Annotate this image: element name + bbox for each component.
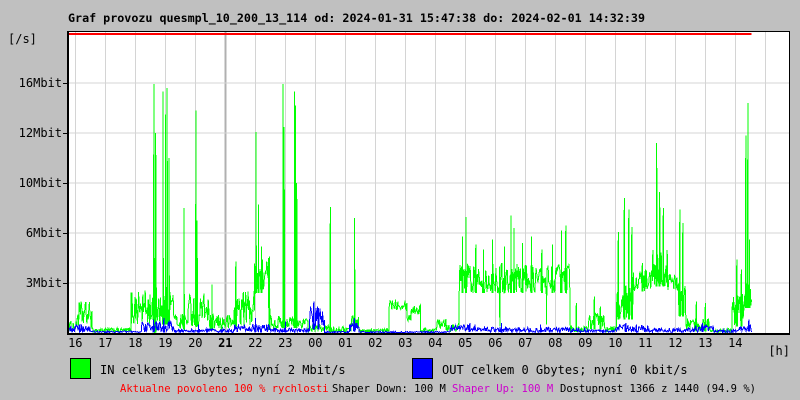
x-tick-label: 17 xyxy=(98,336,113,350)
x-tick-label: 09 xyxy=(578,336,593,350)
x-tick-label: 22 xyxy=(248,336,263,350)
x-tick-label: 13 xyxy=(698,336,713,350)
x-axis-unit-label: [h] xyxy=(768,344,790,358)
x-tick-label: 20 xyxy=(188,336,203,350)
x-tick-label: 21 xyxy=(218,336,233,350)
x-tick-label: 03 xyxy=(398,336,413,350)
y-axis-unit-label: [/s] xyxy=(8,32,37,46)
series-line-in xyxy=(69,84,752,333)
x-tick-label: 08 xyxy=(548,336,563,350)
status-shaper-down: Shaper Down: 100 M xyxy=(332,383,446,395)
graph-title: Graf provozu quesmpl_10_200_13_114 od: 2… xyxy=(68,11,645,25)
x-tick-label: 10 xyxy=(608,336,623,350)
y-tick-label: 16Mbit xyxy=(18,76,62,90)
chart-canvas xyxy=(69,32,789,333)
x-tick-label: 04 xyxy=(428,336,443,350)
x-tick-label: 07 xyxy=(518,336,533,350)
status-allowed-speed: Aktualne povoleno 100 % rychlosti xyxy=(120,383,329,395)
traffic-graph-page: Graf provozu quesmpl_10_200_13_114 od: 2… xyxy=(0,0,800,400)
x-tick-label: 11 xyxy=(638,336,653,350)
x-tick-label: 06 xyxy=(488,336,503,350)
legend-in-label: IN celkem 13 Gbytes; nyní 2 Mbit/s xyxy=(100,363,346,377)
y-tick-label: 3Mbit xyxy=(25,276,62,290)
x-tick-label: 02 xyxy=(368,336,383,350)
x-tick-label: 16 xyxy=(68,336,83,350)
y-tick-label: 6Mbit xyxy=(25,226,62,240)
x-tick-label: 00 xyxy=(308,336,323,350)
y-tick-label: 12Mbit xyxy=(18,126,62,140)
x-tick-label: 19 xyxy=(158,336,173,350)
legend-in-swatch xyxy=(70,358,91,379)
status-availability: Dostupnost 1366 z 1440 (94.9 %) xyxy=(560,383,756,395)
legend-out-swatch xyxy=(412,358,433,379)
x-tick-label: 18 xyxy=(128,336,143,350)
x-tick-label: 23 xyxy=(278,336,293,350)
x-tick-label: 01 xyxy=(338,336,353,350)
x-tick-label: 12 xyxy=(668,336,683,350)
plot-area xyxy=(67,31,790,335)
x-tick-label: 05 xyxy=(458,336,473,350)
x-tick-label: 14 xyxy=(728,336,743,350)
status-shaper-up: Shaper Up: 100 M xyxy=(452,383,554,395)
legend-out-label: OUT celkem 0 Gbytes; nyní 0 kbit/s xyxy=(442,363,688,377)
y-tick-label: 10Mbit xyxy=(18,176,62,190)
